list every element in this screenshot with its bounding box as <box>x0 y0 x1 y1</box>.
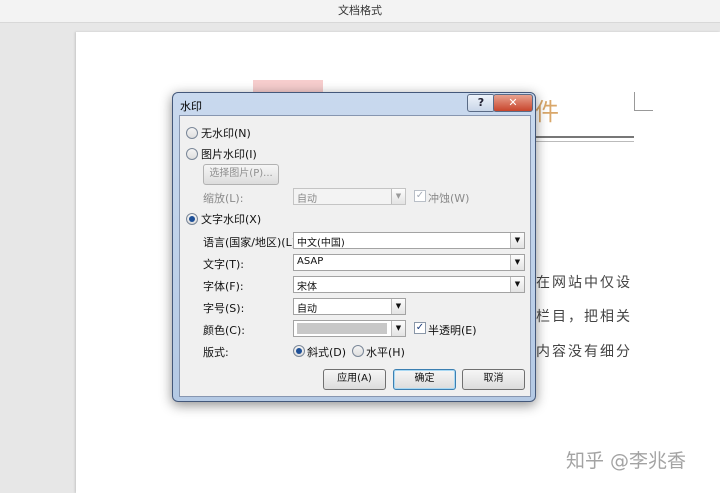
font-label: 字体(F): <box>203 280 244 293</box>
text-watermark-radio[interactable] <box>186 213 198 225</box>
chevron-down-icon: ▼ <box>510 277 524 292</box>
scale-label: 缩放(L): <box>203 192 244 205</box>
size-label: 字号(S): <box>203 302 245 315</box>
diagonal-radio[interactable] <box>293 345 305 357</box>
close-button[interactable]: ✕ <box>493 94 533 112</box>
chevron-down-icon: ▼ <box>391 299 405 314</box>
text-value: ASAP <box>297 256 324 267</box>
body-line-2: 栏目，把相关 <box>536 309 632 325</box>
font-value: 宋体 <box>297 282 317 293</box>
ok-button[interactable]: 确定 <box>393 369 456 390</box>
help-button[interactable]: ? <box>467 94 495 112</box>
source-watermark: 知乎 @李兆香 <box>566 450 687 472</box>
text-watermark-label[interactable]: 文字水印(X) <box>201 211 261 227</box>
watermark-dialog: 水印 ? ✕ 无水印(N) 图片水印(I) 选择图片(P)... 缩放(L): … <box>172 92 536 402</box>
body-line-3: 内容没有细分 <box>536 344 632 360</box>
washout-checkbox[interactable]: ✓ <box>414 190 426 202</box>
window-titlebar: 文档格式 <box>0 0 720 23</box>
chevron-down-icon: ▼ <box>391 321 405 336</box>
semi-transparent-label[interactable]: 半透明(E) <box>428 322 477 338</box>
no-watermark-label[interactable]: 无水印(N) <box>201 125 251 141</box>
picture-watermark-label[interactable]: 图片水印(I) <box>201 146 257 162</box>
document-title-char: 件 <box>535 98 559 126</box>
chevron-down-icon: ▼ <box>510 255 524 270</box>
font-select[interactable]: 宋体 ▼ <box>293 276 525 293</box>
language-label: 语言(国家/地区)(L): <box>203 236 300 249</box>
close-icon: ✕ <box>508 96 518 109</box>
washout-label[interactable]: 冲蚀(W) <box>428 190 469 206</box>
chevron-down-icon: ▼ <box>510 233 524 248</box>
picture-watermark-radio[interactable] <box>186 148 198 160</box>
cancel-button[interactable]: 取消 <box>462 369 525 390</box>
dialog-title: 水印 <box>180 100 202 113</box>
color-label: 颜色(C): <box>203 324 245 337</box>
diagonal-label[interactable]: 斜式(D) <box>307 344 346 360</box>
text-label: 文字(T): <box>203 258 245 271</box>
size-select[interactable]: 自动 ▼ <box>293 298 406 315</box>
crop-mark <box>634 92 653 111</box>
color-select[interactable]: ▼ <box>293 320 406 337</box>
no-watermark-radio[interactable] <box>186 127 198 139</box>
window-title: 文档格式 <box>338 4 382 17</box>
color-swatch <box>297 323 387 334</box>
dialog-body: 无水印(N) 图片水印(I) 选择图片(P)... 缩放(L): 自动 ▼ ✓ … <box>179 115 531 397</box>
heading-rule <box>530 136 634 142</box>
horizontal-radio[interactable] <box>352 345 364 357</box>
language-select[interactable]: 中文(中国) ▼ <box>293 232 525 249</box>
text-combobox[interactable]: ASAP ▼ <box>293 254 525 271</box>
layout-label: 版式: <box>203 346 229 359</box>
select-picture-button[interactable]: 选择图片(P)... <box>203 164 279 185</box>
body-line-1: 在网站中仅设 <box>536 275 632 291</box>
apply-button[interactable]: 应用(A) <box>323 369 386 390</box>
chevron-down-icon: ▼ <box>391 189 405 204</box>
horizontal-label[interactable]: 水平(H) <box>366 344 405 360</box>
semi-transparent-checkbox[interactable]: ✓ <box>414 322 426 334</box>
language-value: 中文(中国) <box>297 238 345 249</box>
scale-value: 自动 <box>297 194 317 205</box>
scale-select[interactable]: 自动 ▼ <box>293 188 406 205</box>
size-value: 自动 <box>297 304 317 315</box>
